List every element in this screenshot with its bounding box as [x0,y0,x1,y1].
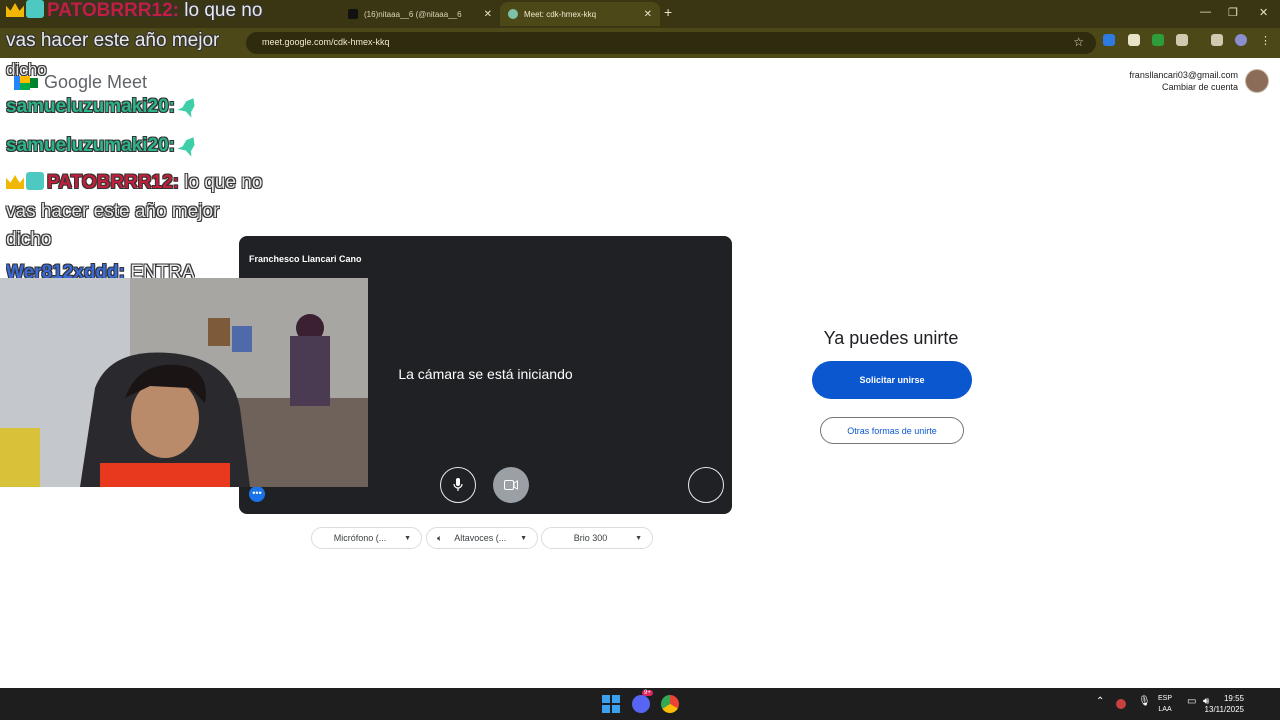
star-icon[interactable]: ☆ [1073,35,1084,49]
rocket-icon [178,133,201,157]
chevron-down-icon: ▼ [635,534,642,542]
ready-title: Ya puedes unirte [823,328,959,348]
speakers-select[interactable]: 🔈︎ Altavoces (... ▼ [426,527,538,549]
chat-text: lo que no [184,172,263,193]
chat-username: samueluzumaki20: [6,135,175,156]
chevron-down-icon: ▼ [520,534,527,542]
screen: (16)nitaaa__6 (@nitaaa__6 ✕ Meet: cdk-hm… [0,0,1280,720]
chat-message: samueluzumaki20: [6,96,197,118]
extension-icon[interactable] [1103,34,1115,46]
camera-button[interactable] [493,467,529,503]
chat-message: samueluzumaki20: [6,135,197,157]
puzzle-icon[interactable] [1176,34,1188,46]
extension-icon[interactable] [1128,34,1140,46]
crown-icon [6,175,24,189]
chat-text: dicho [6,229,52,250]
extension-icon[interactable] [1152,34,1164,46]
mic-icon [453,478,463,491]
microphone-select-label: Micrófono (... [333,533,387,543]
chat-message: PATOBRRR12: lo que no [6,172,262,194]
more-options-button[interactable]: ••• [249,486,265,502]
chat-text: lo que no [184,0,263,21]
tiktok-icon [348,9,358,19]
chat-text: ENTRA [130,262,195,278]
tab-label: Meet: cdk-hmex-kkq [524,9,597,19]
clock-time: 19:55 [1223,694,1244,703]
brand-name: Google Meet [44,72,148,92]
chat-message: PATOBRRR12: lo que no [6,0,262,22]
tab-meet[interactable]: Meet: cdk-hmex-kkq ✕ [500,2,660,26]
webcam-image [0,278,368,487]
profile-icon[interactable] [1235,34,1247,46]
close-window-button[interactable]: ✕ [1259,6,1268,19]
new-tab-button[interactable]: + [664,4,672,20]
address-bar[interactable]: meet.google.com/cdk-hmex-kkq ☆ [246,32,1096,54]
discord-badge: 9+ [642,690,653,696]
other-ways-button[interactable]: Otras formas de unirte [820,417,964,444]
effects-button[interactable] [688,467,724,503]
chat-username: PATOBRRR12: [47,0,179,21]
close-icon[interactable]: ✕ [644,9,652,20]
chat-message: dicho [6,60,47,80]
switch-account-link[interactable]: Cambiar de cuenta [1129,81,1238,93]
crown-icon [6,3,24,17]
chat-message: vas hacer este año mejor [6,30,219,52]
clock-date: 13/11/2025 [1204,705,1244,714]
chat-message: Wer812xddd: ENTRA [6,262,195,278]
microphone-select[interactable]: Micrófono (... ▼ [311,527,422,549]
chat-message: vas hacer este año mejor [6,201,219,223]
chevron-down-icon: ▼ [404,534,411,542]
streamer-webcam [0,278,368,487]
microphone-button[interactable] [440,467,476,503]
language-indicator[interactable]: ESP LAA [1158,693,1172,715]
chat-message: dicho [6,229,51,251]
chat-text: vas hacer este año mejor [6,30,220,51]
menu-icon[interactable]: ⋮ [1260,34,1272,47]
tray-mic-icon[interactable]: 🎙︎ [1138,696,1151,707]
chat-text: dicho [6,60,47,79]
more-icon: ••• [252,488,262,498]
minimize-button[interactable]: — [1200,6,1211,18]
chrome-icon[interactable] [661,695,679,713]
camera-select[interactable]: Brio 300 ▼ [541,527,653,549]
chat-text: vas hacer este año mejor [6,201,220,222]
chat-username: samueluzumaki20: [6,96,175,117]
join-button[interactable]: Solicitar unirse [812,361,972,399]
badge-icon [26,0,44,18]
badge-icon [26,172,44,190]
close-icon[interactable]: ✕ [484,9,492,20]
taskbar: 9+ ⌃ 🎙︎ ESP LAA ▭ 🔊︎ 19:55 13/11/2025 [0,688,1280,720]
speaker-icon: 🔈︎ [437,532,443,543]
media-icon[interactable] [1211,34,1223,46]
clock[interactable]: 19:55 13/11/2025 [1205,693,1244,715]
windows-start-icon[interactable] [602,695,620,713]
meet-tab-icon [508,9,518,19]
url-text: meet.google.com/cdk-hmex-kkq [262,37,390,47]
participant-name: Franchesco Llancari Cano [249,254,362,264]
maximize-button[interactable]: ❐ [1228,6,1238,19]
account-info: fransllancari03@gmail.com Cambiar de cue… [1129,69,1238,93]
chat-username: PATOBRRR12: [47,172,179,193]
tab-label: (16)nitaaa__6 (@nitaaa__6 [364,9,462,19]
avatar[interactable] [1245,69,1269,93]
network-icon[interactable]: ▭ [1187,696,1196,707]
discord-icon[interactable]: 9+ [632,690,653,713]
rocket-icon [178,94,201,118]
tab-tiktok[interactable]: (16)nitaaa__6 (@nitaaa__6 ✕ [340,2,500,26]
speakers-select-label: Altavoces (... [454,533,507,543]
account-email: fransllancari03@gmail.com [1129,70,1238,80]
video-icon [504,480,518,490]
tray-chevron-icon[interactable]: ⌃ [1096,696,1104,707]
tray-app-icon[interactable] [1116,699,1126,709]
lang-bottom: LAA [1158,706,1172,713]
camera-select-label: Brio 300 [573,533,608,543]
lang-top: ESP [1158,695,1173,702]
chat-username: Wer812xddd: [6,262,125,278]
